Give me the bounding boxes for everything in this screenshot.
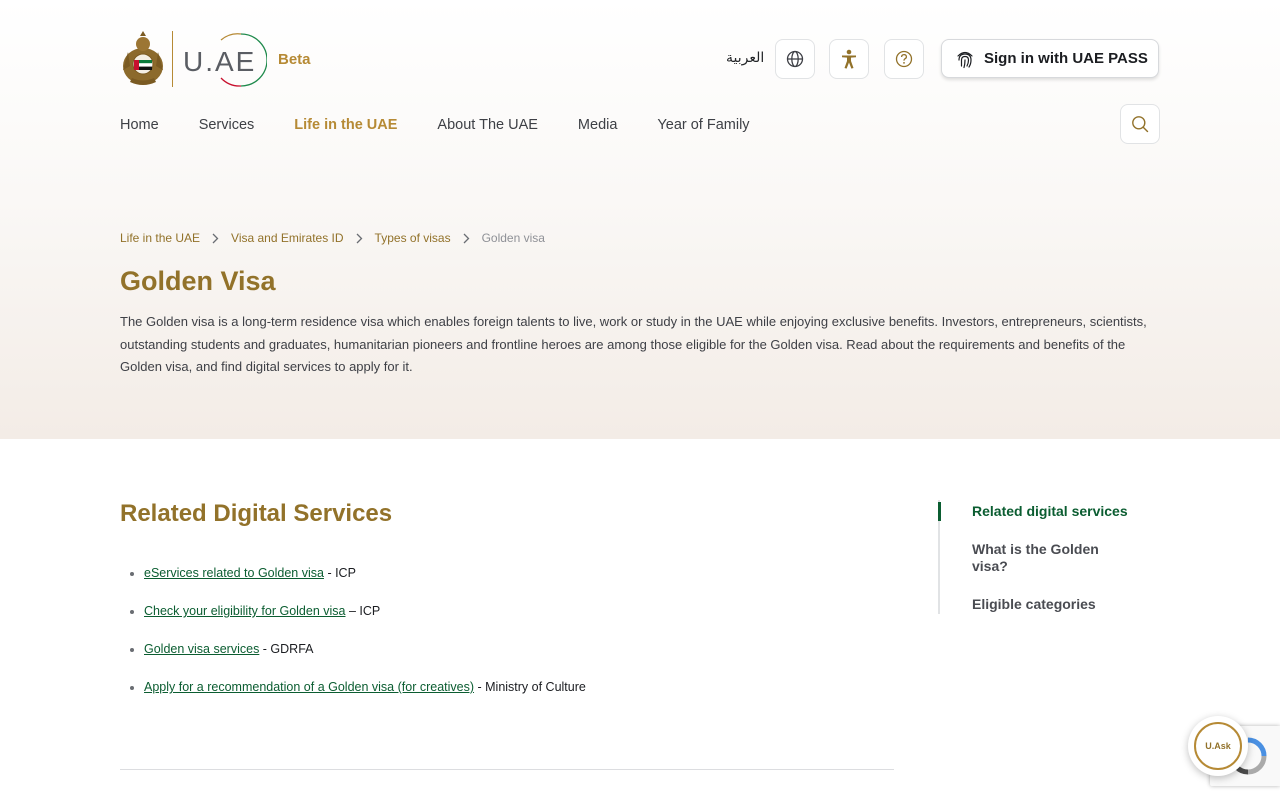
uae-pass-signin-button[interactable]: Sign in with UAE PASS: [941, 39, 1159, 78]
service-link[interactable]: Check your eligibility for Golden visa: [144, 604, 345, 618]
toc-item-eligible-categories[interactable]: Eligible categories: [972, 596, 1132, 613]
search-icon: [1132, 116, 1149, 133]
globe-icon: [786, 50, 804, 68]
breadcrumb-types-of-visas[interactable]: Types of visas: [375, 231, 451, 245]
list-item: Apply for a recommendation of a Golden v…: [130, 680, 586, 718]
accessibility-icon: [842, 49, 856, 69]
toc-active-indicator: [938, 502, 941, 521]
toc-item-related-digital-services[interactable]: Related digital services: [972, 503, 1132, 520]
list-item: Golden visa services - GDRFA: [130, 642, 586, 680]
nav-item-life-in-the-uae[interactable]: Life in the UAE: [294, 117, 397, 133]
nav-item-services[interactable]: Services: [199, 117, 255, 133]
signin-label: Sign in with UAE PASS: [984, 50, 1148, 67]
breadcrumb: Life in the UAE Visa and Emirates ID Typ…: [120, 231, 545, 245]
service-provider: – ICP: [345, 604, 381, 618]
uask-chatbot-button[interactable]: U.Ask: [1188, 716, 1248, 776]
nav-item-year-of-family[interactable]: Year of Family: [657, 117, 749, 133]
page-intro: The Golden visa is a long-term residence…: [120, 314, 1147, 374]
list-item: Check your eligibility for Golden visa –…: [130, 604, 586, 642]
section-divider: [120, 769, 894, 770]
help-button[interactable]: [884, 39, 924, 79]
chevron-right-icon: [212, 233, 219, 244]
related-services-heading: Related Digital Services: [120, 500, 393, 527]
fingerprint-icon: [957, 51, 973, 68]
beta-label: Beta: [278, 51, 311, 68]
globe-button[interactable]: [775, 39, 815, 79]
accessibility-button[interactable]: [829, 39, 869, 79]
toc-item-what-is-the-golden-visa[interactable]: What is the Golden visa?: [972, 541, 1112, 575]
uask-label: U.Ask: [1205, 741, 1231, 751]
page-title: Golden Visa: [120, 266, 276, 296]
uae-wordmark: U.AE: [181, 30, 267, 88]
uae-emblem-icon: [123, 31, 163, 85]
service-provider: - Ministry of Culture: [474, 680, 586, 694]
chevron-right-icon: [463, 233, 470, 244]
search-button[interactable]: [1120, 104, 1160, 144]
related-services-list: eServices related to Golden visa - ICP C…: [130, 566, 586, 718]
uae-logo[interactable]: U.AE: [120, 30, 267, 88]
breadcrumb-life-in-the-uae[interactable]: Life in the UAE: [120, 231, 200, 245]
nav-item-about-the-uae[interactable]: About The UAE: [437, 117, 538, 133]
breadcrumb-golden-visa: Golden visa: [481, 231, 545, 245]
help-icon: [895, 50, 913, 68]
list-item: eServices related to Golden visa - ICP: [130, 566, 586, 604]
nav-item-media[interactable]: Media: [578, 117, 618, 133]
breadcrumb-visa-and-emirates-id[interactable]: Visa and Emirates ID: [231, 231, 344, 245]
nav-item-home[interactable]: Home: [120, 117, 159, 133]
language-toggle[interactable]: العربية: [726, 50, 764, 66]
main-nav: Home Services Life in the UAE About The …: [120, 117, 790, 133]
table-of-contents: Related digital services What is the Gol…: [938, 500, 1138, 614]
logo-text: U.AE: [183, 46, 257, 77]
logo-divider: [172, 31, 173, 87]
service-link[interactable]: Golden visa services: [144, 642, 259, 656]
service-provider: - ICP: [323, 566, 356, 580]
chevron-right-icon: [356, 233, 363, 244]
service-link[interactable]: eServices related to Golden visa: [144, 566, 324, 580]
service-provider: - GDRFA: [259, 642, 314, 656]
service-link[interactable]: Apply for a recommendation of a Golden v…: [144, 680, 474, 694]
